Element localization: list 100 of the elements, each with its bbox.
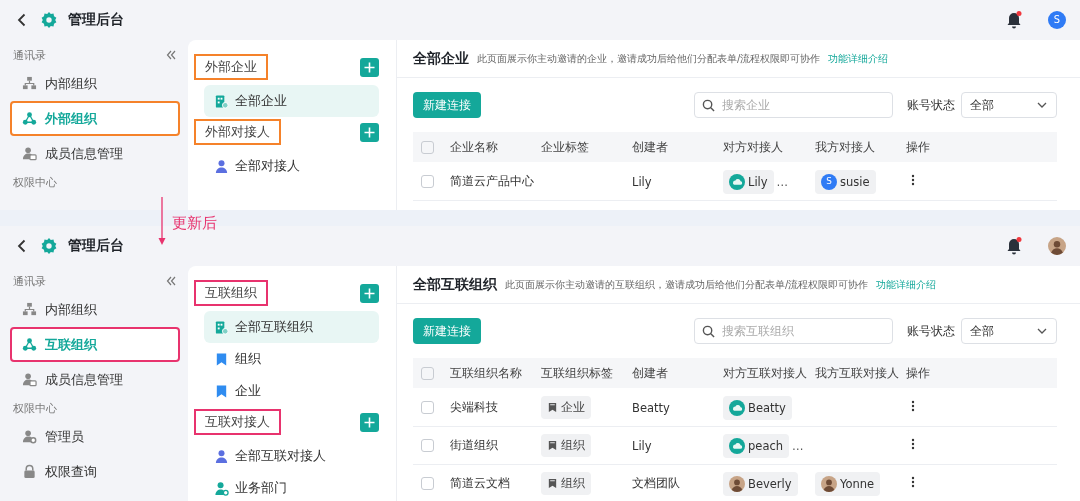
list-item[interactable]: 全部互联对接人 <box>204 440 379 472</box>
section-label: 通讯录 <box>13 47 46 63</box>
column-header: 操作 <box>906 139 931 155</box>
admin-icon <box>22 429 37 444</box>
group-title: 外部企业 <box>194 54 268 80</box>
contact-chip[interactable]: peach <box>723 433 790 458</box>
bookmark-icon <box>547 402 558 413</box>
status-dropdown[interactable]: 全部 <box>961 92 1057 118</box>
network-icon <box>22 337 37 352</box>
checkbox[interactable] <box>421 140 434 154</box>
building-icon <box>214 319 229 335</box>
column-header: 创建者 <box>632 139 669 155</box>
table-cell-text: Lily <box>632 174 653 189</box>
contact-avatar <box>821 475 837 492</box>
contact-avatar <box>729 475 745 492</box>
sidebar-item[interactable]: 成员信息管理 <box>10 136 180 171</box>
column-header: 创建者 <box>632 365 669 381</box>
team-icon <box>214 480 229 496</box>
annotation-arrow <box>157 197 167 247</box>
add-icon[interactable] <box>360 283 379 303</box>
org-chart-icon <box>22 76 37 91</box>
bookmark-icon <box>214 383 229 399</box>
sidebar-item[interactable]: 管理员 <box>10 419 180 454</box>
more-mark: … <box>776 174 789 189</box>
page-title: 全部互联组织 <box>413 275 497 294</box>
add-icon[interactable] <box>360 57 379 77</box>
bookmark-icon <box>547 440 558 451</box>
app-title: 管理后台 <box>68 11 124 29</box>
person-icon <box>214 158 229 174</box>
column-header: 互联组织标签 <box>541 365 614 381</box>
section-label: 权限中心 <box>13 400 57 416</box>
tag-label: 组织 <box>561 476 585 491</box>
column-header: 操作 <box>906 365 931 381</box>
tag-label: 组织 <box>561 438 585 453</box>
group-title: 互联组织 <box>194 280 268 306</box>
table-cell-text: 简道云产品中心 <box>450 174 535 189</box>
table-cell-text: 街道组织 <box>450 438 499 453</box>
checkbox[interactable] <box>421 175 434 188</box>
contact-chip[interactable]: Yonne <box>815 471 881 496</box>
contact-chip[interactable]: S susie <box>815 169 876 194</box>
sidebar-item[interactable]: 内部组织 <box>10 292 180 327</box>
section-label: 通讯录 <box>13 273 46 289</box>
add-icon[interactable] <box>360 412 379 432</box>
building-icon <box>214 93 229 109</box>
gear-icon <box>40 11 58 29</box>
checkbox[interactable] <box>421 366 434 380</box>
list-item[interactable]: 全部对接人 <box>204 150 379 182</box>
list-item[interactable]: 全部企业 <box>204 85 379 117</box>
column-header: 企业标签 <box>541 139 590 155</box>
contact-name: peach <box>748 438 784 453</box>
group-title: 互联对接人 <box>194 409 281 435</box>
bookmark-icon <box>547 478 558 489</box>
contact-avatar <box>729 437 745 454</box>
lock-icon <box>22 464 37 479</box>
contact-avatar <box>729 399 745 416</box>
checkbox[interactable] <box>421 477 434 490</box>
list-item[interactable]: 组织 <box>204 343 379 375</box>
user-avatar[interactable] <box>1048 237 1066 255</box>
checkbox[interactable] <box>421 439 434 452</box>
list-item[interactable]: 全部互联组织 <box>204 311 379 343</box>
filter-label: 账号状态 <box>907 322 955 340</box>
tag-label: 企业 <box>561 400 585 415</box>
annotation-label: 更新后 <box>172 214 217 233</box>
contact-chip[interactable]: Lily <box>723 169 774 194</box>
search-icon <box>702 98 715 112</box>
table-cell-text: 简道云文档 <box>450 476 511 491</box>
user-avatar[interactable]: S <box>1048 11 1066 29</box>
column-header: 对方互联对接人 <box>723 365 808 381</box>
list-item[interactable]: 业务部门 <box>204 472 379 501</box>
column-header: 我方对接人 <box>815 139 876 155</box>
member-card-icon <box>22 372 37 387</box>
sidebar-item[interactable]: 内部组织 <box>10 66 180 101</box>
more-mark: … <box>792 438 804 453</box>
app-title: 管理后台 <box>68 237 124 255</box>
org-chart-icon <box>22 302 37 317</box>
collapse-icon[interactable] <box>165 275 177 287</box>
search-field[interactable]: 搜索互联组织 <box>694 318 893 344</box>
contact-avatar: S <box>821 173 837 190</box>
column-header: 我方互联对接人 <box>815 365 900 381</box>
list-item[interactable]: 企业 <box>204 375 379 407</box>
contact-name: Lily <box>748 174 768 189</box>
column-header: 互联组织名称 <box>450 365 523 381</box>
filter-label: 账号状态 <box>907 96 955 114</box>
person-icon <box>214 448 229 464</box>
sidebar-item[interactable]: 成员信息管理 <box>10 362 180 397</box>
contact-chip[interactable]: Beatty <box>723 395 792 420</box>
group-title: 外部对接人 <box>194 119 281 145</box>
contact-chip[interactable]: Beverly <box>723 471 798 496</box>
checkbox[interactable] <box>421 401 434 414</box>
member-card-icon <box>22 146 37 161</box>
sidebar-item[interactable]: 权限查询 <box>10 454 180 489</box>
page-title: 全部企业 <box>413 49 469 68</box>
contact-name: susie <box>840 174 870 189</box>
add-icon[interactable] <box>360 122 379 142</box>
contact-name: Beatty <box>748 400 786 415</box>
search-field[interactable]: 搜索企业 <box>694 92 893 118</box>
status-dropdown[interactable]: 全部 <box>961 318 1057 344</box>
collapse-icon[interactable] <box>165 49 177 61</box>
contact-name: Beverly <box>748 476 792 491</box>
network-icon <box>22 111 37 126</box>
